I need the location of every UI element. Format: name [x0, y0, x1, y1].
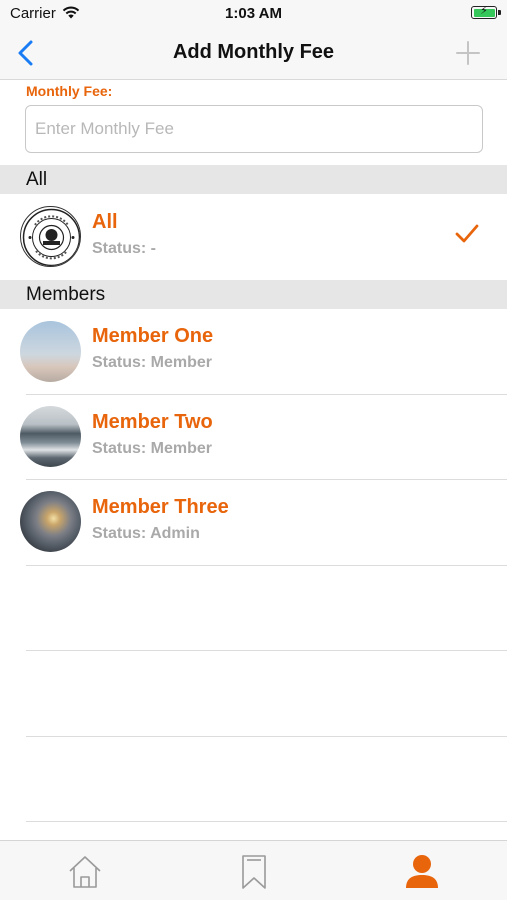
member-status: Status: Member [92, 354, 213, 371]
member-name: Member One [92, 325, 214, 347]
avatar [20, 321, 81, 382]
add-button[interactable] [453, 38, 483, 68]
monthly-fee-input[interactable] [25, 105, 483, 153]
list-item-member-two[interactable]: Member Two Status: Member [0, 395, 507, 481]
profile-icon [406, 855, 438, 888]
avatar [20, 406, 81, 467]
tab-home[interactable] [65, 853, 105, 891]
clock: 1:03 AM [225, 5, 282, 22]
divider [26, 650, 507, 651]
tab-profile[interactable] [402, 853, 442, 891]
divider [26, 565, 507, 566]
bookmark-icon [242, 855, 266, 889]
page-title: Add Monthly Fee [172, 41, 335, 63]
list-item-member-three[interactable]: Member Three Status: Admin [0, 480, 507, 566]
battery-icon: ⚡ [471, 5, 501, 19]
seal-logo [20, 206, 81, 267]
status-bar: Carrier 1:03 AM ⚡ [0, 0, 507, 28]
tab-bar [0, 840, 507, 900]
divider [26, 736, 507, 737]
tab-bookmarks[interactable] [234, 853, 274, 891]
section-header-all: All [0, 165, 507, 194]
member-name: Member Two [92, 411, 213, 433]
home-icon [69, 856, 101, 888]
list-item-all[interactable]: All Status: - [0, 194, 507, 280]
member-name: Member Three [92, 496, 229, 518]
member-status: Status: Member [92, 440, 213, 457]
list-item-member-one[interactable]: Member One Status: Member [0, 309, 507, 395]
member-name: All [92, 211, 118, 233]
monthly-fee-label: Monthly Fee: [26, 83, 113, 99]
section-header-members: Members [0, 280, 507, 309]
navigation-bar: Add Monthly Fee [0, 28, 507, 80]
member-status: Status: Admin [92, 525, 200, 542]
divider [26, 821, 507, 822]
checkmark-icon [455, 224, 479, 249]
member-status: Status: - [92, 240, 156, 257]
plus-icon [456, 41, 480, 65]
avatar [20, 491, 81, 552]
